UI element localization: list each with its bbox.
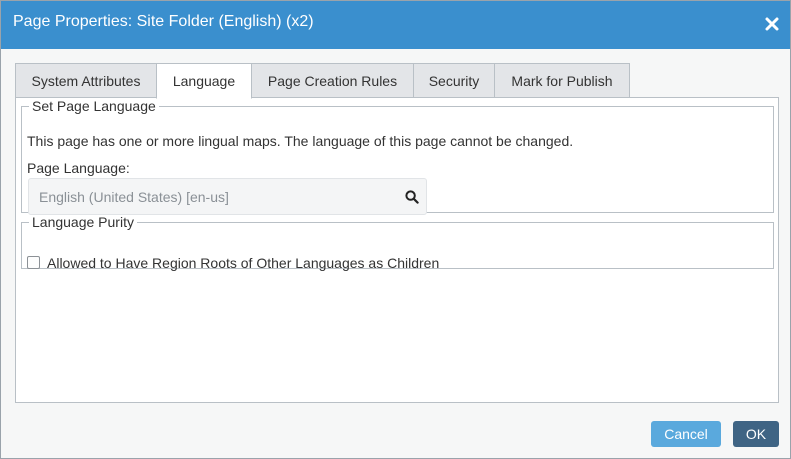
dialog-titlebar: Page Properties: Site Folder (English) (… bbox=[1, 1, 790, 49]
tab-page-creation-rules[interactable]: Page Creation Rules bbox=[251, 63, 414, 98]
page-properties-dialog: Page Properties: Site Folder (English) (… bbox=[0, 0, 791, 459]
region-roots-checkbox-label[interactable]: Allowed to Have Region Roots of Other La… bbox=[47, 255, 439, 271]
page-language-field: English (United States) [en-us] bbox=[28, 178, 427, 215]
tab-system-attributes[interactable]: System Attributes bbox=[15, 63, 157, 98]
language-purity-group: Language Purity Allowed to Have Region R… bbox=[21, 214, 774, 271]
set-page-language-legend: Set Page Language bbox=[32, 98, 156, 114]
close-icon[interactable] bbox=[764, 16, 780, 32]
tab-mark-for-publish[interactable]: Mark for Publish bbox=[494, 63, 630, 98]
cancel-button[interactable]: Cancel bbox=[651, 421, 721, 447]
page-language-value: English (United States) [en-us] bbox=[39, 189, 229, 205]
dialog-title: Page Properties: Site Folder (English) (… bbox=[13, 13, 314, 30]
set-page-language-group: Set Page Language This page has one or m… bbox=[21, 98, 774, 215]
tab-security[interactable]: Security bbox=[413, 63, 495, 98]
tab-panel-language: Set Page Language This page has one or m… bbox=[15, 97, 779, 403]
language-purity-legend: Language Purity bbox=[32, 214, 134, 230]
region-roots-checkbox[interactable] bbox=[27, 256, 40, 269]
lingual-map-info-text: This page has one or more lingual maps. … bbox=[27, 133, 574, 149]
ok-button[interactable]: OK bbox=[733, 421, 779, 447]
tab-language[interactable]: Language bbox=[156, 63, 252, 99]
page-language-label: Page Language: bbox=[27, 160, 130, 176]
search-icon[interactable] bbox=[405, 190, 419, 204]
